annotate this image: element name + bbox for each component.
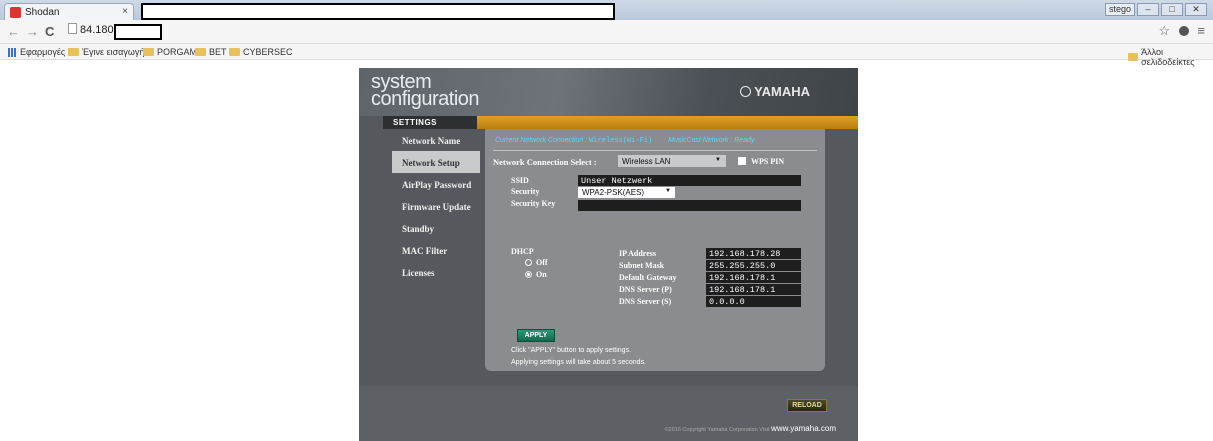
bookmark-porgam[interactable]: PORGAM bbox=[143, 47, 197, 57]
sidebar-item-network-name[interactable]: Network Name bbox=[392, 129, 480, 151]
subnet-mask-field[interactable]: 255.255.255.0 bbox=[706, 260, 801, 271]
url-text: 84.180 bbox=[80, 24, 114, 36]
yamaha-emblem-icon bbox=[740, 86, 752, 97]
divider bbox=[493, 150, 817, 151]
folder-icon bbox=[68, 48, 79, 56]
copyright-text: ©2016 Copyright Yamaha Corporation Visit… bbox=[664, 424, 836, 433]
sidebar-item-licenses[interactable]: Licenses bbox=[392, 261, 480, 283]
wps-pin-label: WPS PIN bbox=[751, 157, 785, 166]
accent-bar bbox=[477, 116, 858, 129]
bookmark-bet[interactable]: BET bbox=[195, 47, 227, 57]
toolbar-icons: ☆ ≡ bbox=[1159, 23, 1206, 39]
subnet-mask-label: Subnet Mask bbox=[619, 261, 665, 270]
tab-close-icon[interactable]: × bbox=[122, 6, 128, 17]
dhcp-on-radio[interactable] bbox=[525, 271, 532, 278]
sidebar-item-mac-filter[interactable]: MAC Filter bbox=[392, 239, 480, 261]
wps-pin-checkbox[interactable] bbox=[738, 157, 746, 165]
dhcp-off-label: Off bbox=[536, 258, 548, 267]
browser-toolbar: ← → C 84.180 ☆ ≡ bbox=[0, 20, 1213, 44]
connection-select-label: Network Connection Select : bbox=[493, 157, 597, 167]
folder-icon bbox=[195, 48, 206, 56]
ip-address-label: IP Address bbox=[619, 249, 656, 258]
bookmarks-bar: Εφαρμογές Έγινε εισαγωγή PORGAM BET CYBE… bbox=[0, 44, 1213, 67]
dropdown-arrow-icon: ▼ bbox=[665, 188, 671, 194]
reload-button[interactable]: RELOAD bbox=[787, 399, 827, 412]
ip-address-field[interactable]: 192.168.178.28 bbox=[706, 248, 801, 259]
profile-button[interactable]: stego bbox=[1105, 3, 1135, 16]
security-select[interactable]: WPA2-PSK(AES) ▼ bbox=[578, 187, 675, 198]
address-bar[interactable]: 84.180 bbox=[68, 23, 114, 36]
settings-label: SETTINGS bbox=[393, 118, 438, 127]
apply-note: Click "APPLY" button to apply settings. bbox=[511, 347, 632, 354]
default-gateway-field[interactable]: 192.168.178.1 bbox=[706, 272, 801, 283]
sidebar-item-airplay-password[interactable]: AirPlay Password bbox=[392, 173, 480, 195]
apply-button[interactable]: APPLY bbox=[517, 329, 555, 342]
connection-status: Current Network Connection : Wireless(Wi… bbox=[495, 137, 755, 145]
dns-secondary-field[interactable]: 0.0.0.0 bbox=[706, 296, 801, 307]
dropdown-arrow-icon: ▼ bbox=[715, 157, 721, 163]
panel-footer: RELOAD ©2016 Copyright Yamaha Corporatio… bbox=[359, 386, 858, 441]
forward-icon[interactable]: → bbox=[26, 24, 39, 39]
settings-bar: SETTINGS bbox=[383, 116, 858, 129]
folder-icon bbox=[143, 48, 154, 56]
bookmark-other[interactable]: Άλλοι σελιδοδείκτες bbox=[1128, 47, 1213, 67]
url-redaction-box bbox=[114, 24, 162, 40]
extension-icon[interactable] bbox=[1178, 26, 1189, 36]
shodan-favicon-icon bbox=[10, 7, 21, 18]
close-window-button[interactable]: ✕ bbox=[1185, 3, 1207, 16]
page-icon bbox=[68, 23, 77, 34]
browser-tab[interactable]: Shodan × bbox=[4, 3, 134, 20]
back-icon[interactable]: ← bbox=[7, 24, 20, 39]
ssid-label: SSID bbox=[511, 176, 529, 185]
dns-primary-label: DNS Server (P) bbox=[619, 285, 672, 294]
dns-primary-field[interactable]: 192.168.178.1 bbox=[706, 284, 801, 295]
yamaha-site-link[interactable]: www.yamaha.com bbox=[771, 424, 836, 433]
folder-icon bbox=[229, 48, 240, 56]
apps-icon bbox=[8, 47, 17, 57]
ssid-field[interactable]: Unser Netzwerk bbox=[578, 175, 801, 186]
menu-icon[interactable]: ≡ bbox=[1197, 23, 1205, 38]
browser-tab-bar: Shodan × stego – □ ✕ bbox=[0, 0, 1213, 20]
panel-header: system configuration YAMAHA bbox=[359, 68, 858, 116]
security-key-label: Security Key bbox=[511, 199, 556, 208]
dhcp-off-radio[interactable] bbox=[525, 259, 532, 266]
system-configuration-title: system configuration bbox=[371, 71, 480, 110]
apply-duration-note: Applying settings will take about 5 seco… bbox=[511, 359, 647, 366]
yamaha-logo: YAMAHA bbox=[740, 84, 810, 99]
folder-icon bbox=[1128, 53, 1139, 61]
security-key-field[interactable] bbox=[578, 200, 801, 211]
tab-title: Shodan bbox=[25, 7, 60, 18]
redaction-box bbox=[141, 3, 615, 20]
minimize-button[interactable]: – bbox=[1137, 3, 1159, 16]
network-setup-form: Current Network Connection : Wireless(Wi… bbox=[485, 129, 825, 371]
window-controls: stego – □ ✕ bbox=[1105, 3, 1207, 16]
dhcp-label: DHCP bbox=[511, 247, 534, 256]
security-label: Security bbox=[511, 187, 540, 196]
bookmark-star-icon[interactable]: ☆ bbox=[1159, 23, 1171, 38]
dns-secondary-label: DNS Server (S) bbox=[619, 297, 672, 306]
sidebar-item-standby[interactable]: Standby bbox=[392, 217, 480, 239]
reload-icon[interactable]: C bbox=[45, 24, 54, 39]
connection-select[interactable]: Wireless LAN ▼ bbox=[618, 155, 726, 167]
yamaha-config-panel: system configuration YAMAHA SETTINGS Netw… bbox=[359, 68, 858, 441]
dhcp-on-label: On bbox=[536, 270, 547, 279]
default-gateway-label: Default Gateway bbox=[619, 273, 677, 282]
sidebar-item-firmware-update[interactable]: Firmware Update bbox=[392, 195, 480, 217]
settings-sidebar: Network Name Network Setup AirPlay Passw… bbox=[392, 129, 480, 283]
bookmark-cybersec[interactable]: CYBERSEC bbox=[229, 47, 293, 57]
sidebar-item-network-setup[interactable]: Network Setup bbox=[392, 151, 480, 173]
bookmark-apps[interactable]: Εφαρμογές bbox=[8, 47, 65, 57]
bookmark-imported[interactable]: Έγινε εισαγωγή bbox=[68, 47, 144, 57]
maximize-button[interactable]: □ bbox=[1161, 3, 1183, 16]
